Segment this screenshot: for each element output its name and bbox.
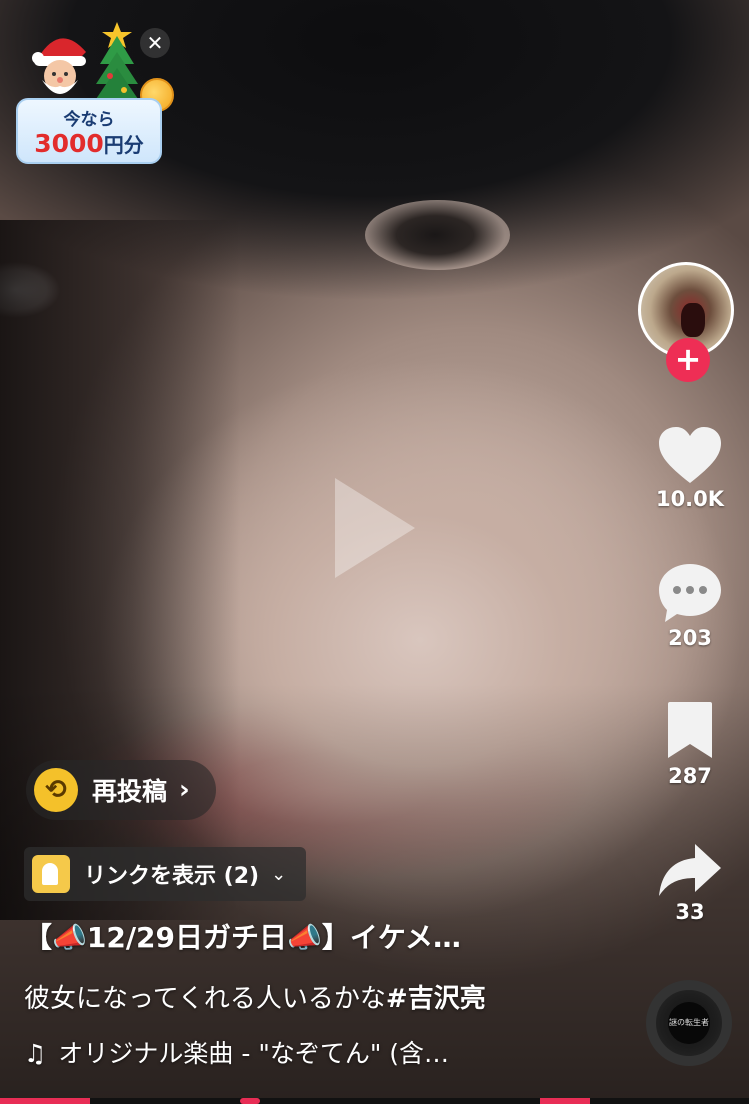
bottom-nav-edge xyxy=(0,1098,749,1104)
description-text: 彼女になってくれる人いるかな xyxy=(24,984,386,1014)
hashtag-link[interactable]: #吉沢亮 xyxy=(386,984,486,1014)
repost-label: 再投稿 xyxy=(92,777,168,806)
promo-amount-number: 3000 xyxy=(34,129,104,158)
music-title: オリジナル楽曲 - "なぞてん" (含… xyxy=(58,1039,450,1068)
comment-icon xyxy=(659,564,721,622)
show-links-button[interactable]: リンクを表示 (2) ⌄ xyxy=(24,847,307,901)
bookmark-icon xyxy=(668,702,712,758)
avatar-mouth-detail xyxy=(681,303,705,337)
share-button[interactable]: 33 xyxy=(648,842,732,924)
repost-button[interactable]: ⟲ 再投稿 › xyxy=(26,760,216,820)
play-icon[interactable] xyxy=(335,478,415,578)
close-icon[interactable]: ✕ xyxy=(140,28,170,58)
like-button[interactable]: 10.0K xyxy=(648,425,732,511)
promo-badge[interactable]: ✕ 今なら 3000円分 xyxy=(16,10,174,170)
promo-amount: 3000円分 xyxy=(18,130,160,159)
video-description[interactable]: 彼女になってくれる人いるかな#吉沢亮 xyxy=(24,978,624,1015)
promo-line1: 今なら xyxy=(63,110,115,130)
like-count: 10.0K xyxy=(655,487,725,511)
santa-icon xyxy=(32,38,86,94)
share-arrow-icon xyxy=(659,844,721,896)
save-count: 287 xyxy=(668,764,712,788)
promo-unit: 円分 xyxy=(103,133,144,157)
creator-avatar-group[interactable]: + xyxy=(638,262,738,382)
music-info[interactable]: ♫ オリジナル楽曲 - "なぞてん" (含… xyxy=(24,1034,544,1070)
comment-button[interactable]: 203 xyxy=(648,562,732,650)
music-disc[interactable]: 謎の転生者 xyxy=(646,980,732,1066)
follow-button[interactable]: + xyxy=(666,338,710,382)
video-title[interactable]: 【📣12/29日ガチ日📣】イケメ… xyxy=(24,916,544,956)
heart-icon xyxy=(659,427,721,483)
music-disc-label: 謎の転生者 xyxy=(668,1002,710,1044)
show-links-label: リンクを表示 (2) xyxy=(84,864,260,889)
comment-count: 203 xyxy=(668,626,712,650)
link-app-icon xyxy=(32,855,70,893)
christmas-tree-icon xyxy=(94,22,140,102)
video-eye-right xyxy=(365,200,510,270)
promo-label-box[interactable]: 今なら 3000円分 xyxy=(16,98,162,164)
bottom-nav-accent xyxy=(0,1098,90,1104)
share-count: 33 xyxy=(675,900,705,924)
repost-icon: ⟲ xyxy=(34,768,78,812)
bottom-nav-accent xyxy=(240,1098,260,1104)
save-button[interactable]: 287 xyxy=(648,700,732,788)
music-note-icon: ♫ xyxy=(24,1039,47,1068)
bottom-nav-accent xyxy=(540,1098,590,1104)
chevron-down-icon: ⌄ xyxy=(271,863,287,885)
chevron-right-icon: › xyxy=(179,775,190,805)
